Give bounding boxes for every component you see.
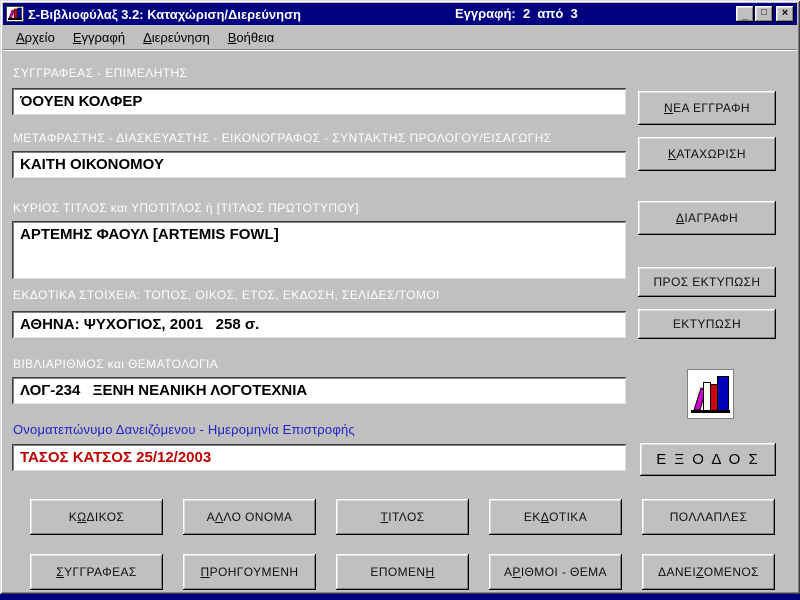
books-icon (687, 369, 734, 419)
borrower-search-button[interactable]: ΔΑΝΕΙΖΟΜΕΝΟΣ (642, 554, 775, 590)
menubar: Αρχείο Εγγραφή Διερεύνηση Βοήθεια (3, 26, 797, 48)
save-button[interactable]: ΚΑΤΑΧΩΡΙΣΗ (638, 137, 776, 171)
menu-item-file[interactable]: Αρχείο (7, 27, 64, 48)
window-controls: _ □ × (735, 6, 797, 22)
book-number-field[interactable]: ΛΟΓ-234 ΞΕΝΗ ΝΕΑΝΙΚΗ ΛΟΓΟΤΕΧΝΙΑ (12, 377, 626, 404)
title-label: ΚΥΡΙΟΣ ΤΙΤΛΟΣ και ΥΠΟΤΙΤΛΟΣ ή [ΤΙΤΛΟΣ ΠΡ… (13, 201, 359, 215)
translator-field[interactable]: ΚΑΙΤΗ ΟΙΚΟΝΟΜΟΥ (12, 151, 626, 178)
numbers-subject-button[interactable]: ΑΡΙΘΜΟΙ - ΘΕΜΑ (489, 554, 622, 590)
borrower-label: Ονοματεπώνυμο Δανειζόμενου - Ημερομηνία … (13, 422, 355, 437)
menu-item-search[interactable]: Διερεύνηση (134, 27, 219, 48)
menu-divider (3, 49, 797, 51)
close-button[interactable]: × (776, 6, 794, 22)
publication-label: ΕΚΔΟΤΙΚΑ ΣΤΟΙΧΕΙΑ: ΤΟΠΟΣ, ΟΙΚΟΣ, ΕΤΟΣ, Ε… (13, 288, 440, 302)
author-field[interactable]: ΌΟΥΕΝ ΚΟΛΦΕΡ (12, 88, 626, 115)
print-button[interactable]: ΕΚΤΥΠΩΣΗ (638, 309, 776, 339)
next-record-button[interactable]: ΕΠΟΜΕΝΗ (336, 554, 469, 590)
exit-button[interactable]: Ε Ξ Ο Δ Ο Σ (640, 443, 776, 476)
title-search-button[interactable]: ΤΙΤΛΟΣ (336, 499, 469, 535)
delete-button[interactable]: ΔΙΑΓΡΑΦΗ (638, 201, 776, 235)
multiple-search-button[interactable]: ΠΟΛΛΑΠΛΕΣ (642, 499, 775, 535)
publication-field[interactable]: ΑΘΗΝΑ: ΨΥΧΟΓΙΟΣ, 2001 258 σ. (12, 311, 626, 338)
borrower-field[interactable]: ΤΑΣΟΣ ΚΑΤΣΟΣ 25/12/2003 (12, 444, 626, 471)
translator-label: ΜΕΤΑΦΡΑΣΤΗΣ - ΔΙΑΣΚΕΥΑΣΤΗΣ - ΕΙΚΟΝΟΓΡΑΦΟ… (13, 131, 552, 145)
previous-record-button[interactable]: ΠΡΟΗΓΟΥΜΕΝΗ (183, 554, 316, 590)
author-label: ΣΥΓΓΡΑΦΕΑΣ - ΕΠΙΜΕΛΗΤΗΣ (13, 66, 187, 80)
maximize-button[interactable]: □ (755, 6, 773, 22)
minimize-button[interactable]: _ (736, 6, 754, 22)
publication-search-button[interactable]: ΕΚΔΟΤΙΚΑ (489, 499, 622, 535)
title-field[interactable]: ΑΡΤΕΜΗΣ ΦΑΟΥΛ [ARTEMIS FOWL] (12, 221, 626, 279)
other-name-button[interactable]: ΑΛΛΟ ΟΝΟΜΑ (183, 499, 316, 535)
app-window: Σ-Βιβλιοφύλαξ 3.2: Καταχώριση/Διερεύνηση… (0, 0, 800, 594)
author-search-button[interactable]: ΣΥΓΓΡΑΦΕΑΣ (30, 554, 163, 590)
code-button[interactable]: ΚΩΔΙΚΟΣ (30, 499, 163, 535)
window-title: Σ-Βιβλιοφύλαξ 3.2: Καταχώριση/Διερεύνηση (28, 7, 301, 22)
titlebar: Σ-Βιβλιοφύλαξ 3.2: Καταχώριση/Διερεύνηση… (3, 3, 797, 25)
menu-item-record[interactable]: Εγγραφή (64, 27, 134, 48)
new-record-button[interactable]: ΝΕΑ ΕΓΓΡΑΦΗ (638, 91, 776, 125)
book-number-label: ΒΙΒΛΙΑΡΙΘΜΟΣ και ΘΕΜΑΤΟΛΟΓΙΑ (13, 357, 218, 371)
menu-item-help[interactable]: Βοήθεια (219, 27, 284, 48)
books-icon (6, 6, 24, 22)
record-counter: Εγγραφή: 2 από 3 (455, 6, 578, 21)
to-print-button[interactable]: ΠΡΟΣ ΕΚΤΥΠΩΣΗ (638, 267, 776, 297)
